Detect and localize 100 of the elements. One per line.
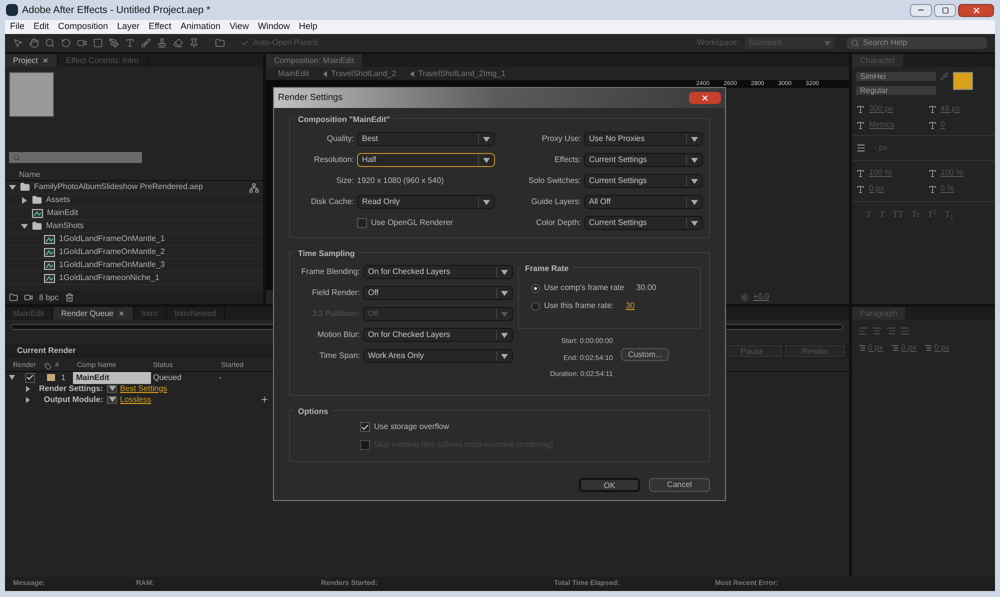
field-label: Frame Blending: [300, 266, 360, 278]
dropdown[interactable]: Use No Proxies [584, 132, 703, 146]
maximize-button[interactable] [934, 4, 956, 16]
rotate-icon[interactable] [61, 38, 71, 48]
justify-icon[interactable] [900, 326, 910, 336]
checkbox-label[interactable]: Use storage overflow [374, 421, 450, 433]
disclosure-triangle-icon[interactable] [21, 222, 28, 230]
menu-item[interactable]: File [10, 20, 25, 34]
field-label: Quality: [326, 133, 354, 145]
field-label: Field Render: [310, 287, 360, 299]
field-label: Resolution: [312, 154, 354, 166]
project-item-name[interactable]: 1GoldLandFrameOnMantle_3 [59, 259, 165, 271]
brush-icon[interactable] [141, 38, 151, 48]
menu-item[interactable]: Layer [117, 20, 140, 34]
radio-label[interactable]: Use this frame rate: [544, 300, 614, 312]
add-icon[interactable] [260, 395, 269, 404]
project-item-name[interactable]: 1GoldLandFrameOnMantle_2 [59, 246, 165, 258]
bit-depth-button[interactable]: 8 bpc [39, 292, 59, 304]
dropdown[interactable]: Current Settings [584, 174, 703, 188]
disclosure-triangle-icon[interactable] [9, 184, 16, 190]
pointer-icon[interactable] [13, 38, 23, 48]
align-left-icon[interactable] [858, 326, 868, 336]
breadcrumb[interactable]: MainEdit [278, 68, 310, 80]
dropdown[interactable]: Half [357, 153, 495, 167]
project-item-name[interactable]: 1GoldLandFrameonNiche_1 [59, 272, 160, 284]
dropdown[interactable]: Read Only [357, 195, 495, 209]
menu-item[interactable]: Effect [148, 20, 172, 34]
hand-icon[interactable] [29, 38, 39, 48]
dropdown[interactable]: On for Checked Layers [363, 328, 513, 342]
project-item-name[interactable]: Assets [46, 194, 70, 206]
text-tool-icon[interactable] [125, 38, 135, 48]
checkbox-label[interactable]: Use OpenGL Renderer [371, 217, 453, 229]
trash-icon[interactable] [64, 293, 74, 302]
checkbox[interactable] [241, 39, 249, 47]
font-style-dropdown[interactable]: Regular [856, 86, 936, 95]
dropdown[interactable]: Work Area Only [363, 349, 513, 363]
dropdown[interactable]: Best [357, 132, 495, 146]
checkbox[interactable] [360, 422, 370, 432]
checkbox[interactable] [357, 218, 367, 228]
search-field[interactable] [9, 152, 142, 163]
dialog-button[interactable]: Cancel [649, 478, 710, 492]
rectangle-icon[interactable] [93, 38, 103, 48]
eraser-icon[interactable] [173, 38, 183, 48]
pin-icon[interactable] [189, 38, 199, 48]
breadcrumb-arrow-icon [410, 70, 414, 76]
setting-link[interactable]: Lossless [120, 394, 152, 406]
font-family-dropdown[interactable]: SimHei [856, 72, 936, 81]
radio-button[interactable] [531, 284, 540, 292]
pen-icon[interactable] [109, 38, 119, 48]
align-right-icon[interactable] [886, 326, 896, 336]
menu-item[interactable]: Edit [34, 20, 50, 34]
zoom-icon[interactable] [45, 38, 55, 48]
dropdown[interactable]: Off [363, 286, 513, 300]
checkbox[interactable] [25, 372, 35, 382]
disclosure-triangle-icon[interactable] [21, 196, 28, 204]
menu-item[interactable]: Window [258, 20, 290, 34]
project-item-name[interactable]: 1GoldLandFrameOnMantle_1 [59, 233, 165, 245]
dropdown[interactable]: Current Settings [584, 153, 703, 167]
setting-link[interactable]: Best Settings [120, 382, 168, 394]
status-cell-text: Queued [152, 372, 182, 384]
menu-item[interactable]: Help [298, 20, 318, 34]
project-item-name[interactable]: MainEdit [47, 207, 78, 219]
frame-rate-input[interactable]: 30 [626, 300, 635, 312]
dropdown[interactable]: Current Settings [584, 216, 703, 230]
radio-button[interactable] [531, 302, 540, 310]
menu-item[interactable]: Animation [180, 20, 220, 34]
panel-tab[interactable]: Render Queue [53, 307, 134, 320]
custom-button[interactable]: Custom... [620, 348, 670, 361]
panel-tab[interactable]: Composition: MainEdit [266, 54, 362, 67]
project-item-name[interactable]: FamilyPhotoAlbumSlideshow PreRendered.aep [34, 181, 203, 193]
search-field[interactable]: Search Help [847, 37, 987, 49]
close-icon[interactable] [118, 310, 125, 317]
eyedropper-icon[interactable] [940, 72, 949, 81]
dropdown[interactable]: On for Checked Layers [363, 265, 513, 279]
exposure-icon[interactable] [740, 292, 750, 302]
type-scale-icon [928, 168, 936, 178]
breadcrumb[interactable]: TravelShotLand_2 [331, 68, 396, 80]
camera-icon[interactable] [77, 38, 87, 48]
dropdown[interactable]: All Off [584, 195, 703, 209]
panel-tab[interactable]: Project [5, 54, 58, 67]
folder-icon[interactable] [9, 293, 18, 302]
fill-color-swatch[interactable] [953, 72, 973, 90]
close-button[interactable] [689, 92, 721, 104]
type-metric-icon [928, 120, 936, 130]
breadcrumb-arrow-icon [323, 70, 328, 76]
menu-item[interactable]: Composition [58, 20, 108, 34]
close-button[interactable] [958, 4, 994, 16]
dialog-button[interactable]: OK [579, 478, 640, 492]
menu-item[interactable]: View [229, 20, 249, 34]
folder-icon[interactable] [215, 38, 225, 48]
radio-label[interactable]: Use comp's frame rate [544, 282, 624, 294]
breadcrumb[interactable]: TravelShotLand_2Img_1 [418, 68, 506, 80]
column-header[interactable]: Name [19, 168, 40, 180]
flowchart-icon[interactable] [249, 183, 259, 193]
project-item-name[interactable]: MainShots [46, 220, 84, 232]
close-icon [972, 6, 980, 14]
align-center-icon[interactable] [872, 326, 882, 336]
stamp-icon[interactable] [157, 38, 167, 48]
close-icon[interactable] [42, 57, 49, 64]
label-color-swatch[interactable] [47, 374, 55, 381]
